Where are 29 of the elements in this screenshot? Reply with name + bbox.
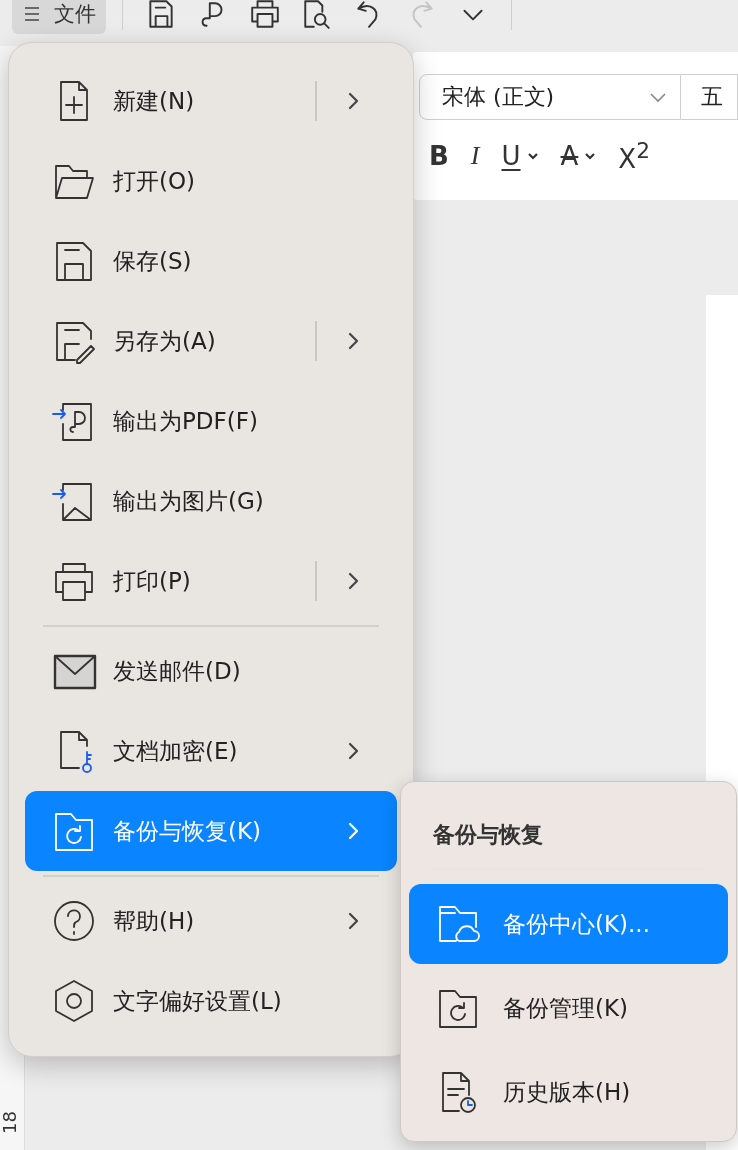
menu-item[interactable]: 保存(S) [25,221,397,301]
menu-item[interactable]: 历史版本(H) [409,1052,728,1132]
menu-item[interactable]: 备份与恢复(K) [25,791,397,871]
underline-button[interactable]: U [501,140,539,171]
menu-item[interactable]: 帮助(H) [25,881,397,961]
menu-icon [22,4,42,24]
submenu-title: 备份与恢复 [432,821,544,849]
ruler-number: 18 [0,1111,20,1134]
italic-button[interactable]: I [470,140,480,171]
menu-item[interactable]: 文字偏好设置(L) [25,961,397,1041]
printer-icon[interactable] [249,0,281,30]
menu-item[interactable]: 输出为PDF(F) [25,381,397,461]
menu-item[interactable]: 备份管理(K) [409,968,728,1048]
menu-item[interactable]: 文档加密(E) [25,711,397,791]
menu-item[interactable]: 打印(P) [25,541,397,621]
file-menu-button[interactable]: 文件 [12,0,106,34]
menu-item[interactable]: 打开(O) [25,141,397,221]
menu-item[interactable]: 备份中心(K)... [409,884,728,964]
menu-item[interactable]: 另存为(A) [25,301,397,381]
help-icon [51,898,97,944]
bold-button[interactable]: B [429,140,449,171]
strikethrough-button[interactable]: A [560,140,597,171]
font-select[interactable]: 宋体 (正文) [419,74,681,120]
menu-item[interactable]: 新建(N) [25,61,397,141]
font-size-select[interactable]: 五 [681,74,738,120]
menu-item[interactable]: 输出为图片(G) [25,461,397,541]
menu-item[interactable]: 发送邮件(D) [25,631,397,711]
document-magnifier-icon[interactable] [301,0,333,30]
superscript-button[interactable]: X$^{2}$ [618,138,650,174]
